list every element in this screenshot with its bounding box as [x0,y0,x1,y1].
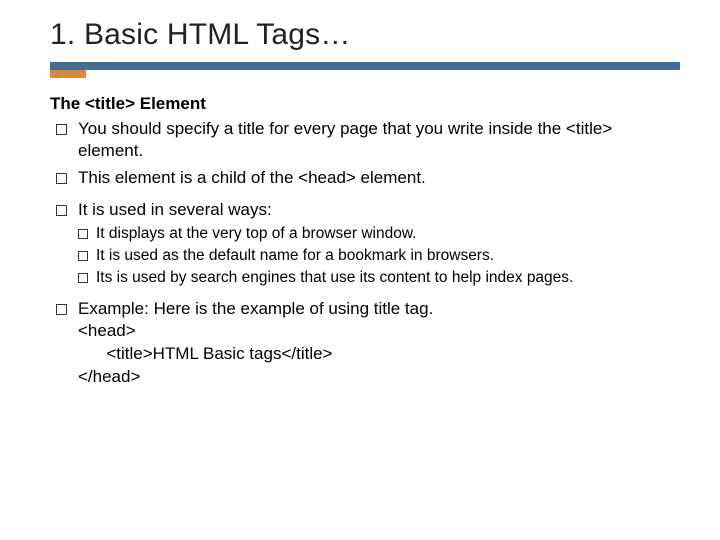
sub-list-item: It is used as the default name for a boo… [78,246,680,266]
primary-list: You should specify a title for every pag… [50,118,680,188]
subheading: The <title> Element [50,94,680,114]
accent-tab [50,70,86,78]
list-item: It is used in several ways: It displays … [54,199,680,287]
primary-list: It is used in several ways: It displays … [50,199,680,287]
code-example: <head> <title>HTML Basic tags</title> </… [78,320,680,389]
example-intro: Example: Here is the example of using ti… [78,299,433,318]
accent-bar [50,62,680,70]
slide-title: 1. Basic HTML Tags… [50,18,680,52]
sub-list-item: Its is used by search engines that use i… [78,268,680,288]
list-item: You should specify a title for every pag… [54,118,680,162]
list-item: This element is a child of the <head> el… [54,167,680,189]
list-item-text: It is used in several ways: [78,200,272,219]
list-item: Example: Here is the example of using ti… [54,298,680,389]
sub-list-item: It displays at the very top of a browser… [78,224,680,244]
secondary-list: It displays at the very top of a browser… [78,224,680,287]
primary-list: Example: Here is the example of using ti… [50,298,680,389]
title-underline [50,62,680,78]
